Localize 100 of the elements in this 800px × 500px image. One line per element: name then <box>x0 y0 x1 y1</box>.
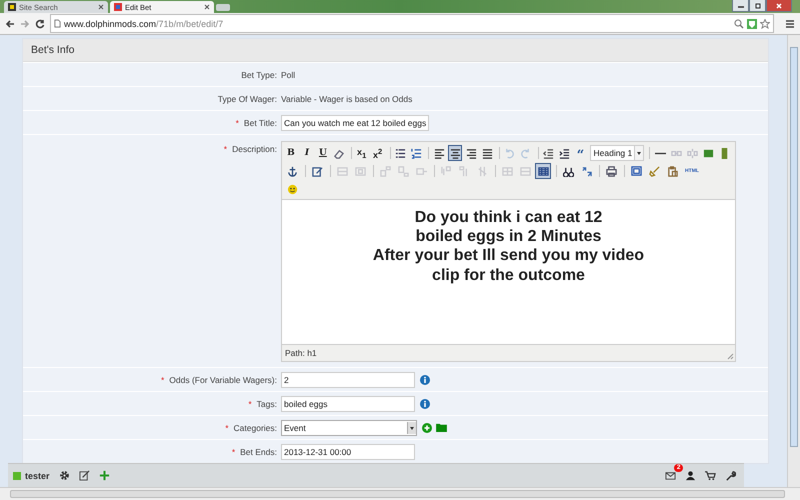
vertical-scrollbar[interactable] <box>787 35 800 487</box>
find-icon <box>562 166 574 176</box>
replace-icon <box>580 166 592 176</box>
page-icon <box>54 19 61 28</box>
input-field[interactable]: 2013-12-31 00:00 <box>281 444 415 460</box>
field-value: Poll <box>281 70 296 80</box>
required-mark: * <box>160 374 164 384</box>
search-icon[interactable] <box>734 18 744 28</box>
underline-button[interactable]: U <box>316 145 330 161</box>
deleterow-icon <box>416 166 426 176</box>
table-button[interactable] <box>535 163 551 179</box>
rowbefore-icon <box>380 166 390 176</box>
required-mark: * <box>236 118 239 128</box>
numbering-icon <box>410 148 422 158</box>
maximize-button[interactable] <box>749 0 766 12</box>
eraser-icon <box>333 148 344 158</box>
star-icon[interactable] <box>760 18 770 28</box>
alignright-icon <box>466 148 477 158</box>
subscript-button[interactable]: x$_{1}$ <box>354 145 369 161</box>
table-icon <box>538 166 548 176</box>
split-icon <box>502 166 512 176</box>
field-value: Variable - Wager is based on Odds <box>281 94 412 104</box>
resize-grip-icon[interactable] <box>726 352 734 360</box>
wrench-icon[interactable] <box>725 470 736 481</box>
bold-button[interactable]: B <box>284 145 298 161</box>
bullets-icon <box>394 148 406 158</box>
field-label: Description: <box>232 144 277 154</box>
input-field[interactable]: boiled eggs <box>281 396 415 412</box>
colbefore-icon <box>440 166 452 176</box>
superscript-button[interactable]: x$^{2}$ <box>370 145 385 161</box>
format-dropdown[interactable]: Heading 1 <box>590 145 644 161</box>
field-label: Bet Ends: <box>240 446 277 456</box>
field-label: Tags: <box>256 398 277 408</box>
close-icon[interactable] <box>204 4 210 10</box>
close-icon[interactable] <box>98 4 104 10</box>
undo-icon <box>504 148 516 158</box>
redo-icon <box>520 148 532 158</box>
settings-icon[interactable] <box>58 470 70 481</box>
cells-icon <box>354 166 366 176</box>
alignleft-icon <box>434 148 445 158</box>
print-icon <box>606 166 616 176</box>
maximize-icon <box>752 2 762 8</box>
rowafter-icon <box>398 166 408 176</box>
required-mark: * <box>225 422 229 432</box>
reload-icon[interactable] <box>35 18 45 28</box>
editor-heading: Do you think i can eat 12 boiled eggs in 2 Minutes After your bet Ill send you my video clip for the outcome <box>372 208 646 285</box>
user-icon[interactable] <box>685 470 696 481</box>
field-label: Bet Type: <box>241 70 277 80</box>
field-label: Bet Title: <box>244 118 277 128</box>
required-mark: * <box>232 446 236 456</box>
mail-icon[interactable] <box>665 470 676 481</box>
paste-icon <box>666 166 678 176</box>
aligncenter-button[interactable] <box>448 145 462 161</box>
input-field[interactable]: Can you watch me eat 12 boiled eggs <box>281 114 430 130</box>
minimize-button[interactable] <box>732 0 749 12</box>
aligncenter-icon <box>450 148 461 158</box>
cleanup-icon <box>648 166 660 176</box>
input-field[interactable]: 2 <box>281 372 415 388</box>
element-path: Path: h1 <box>285 348 317 358</box>
close-icon <box>774 2 784 8</box>
anchor-icon <box>286 166 298 176</box>
info-icon[interactable] <box>420 398 430 408</box>
required-mark: * <box>224 144 228 154</box>
horizontal-scrollbar[interactable] <box>0 487 800 500</box>
edit-icon <box>312 166 322 176</box>
cart-icon[interactable] <box>705 470 716 481</box>
field-label: Categories: <box>234 422 277 432</box>
user-button[interactable]: tester <box>13 470 50 480</box>
menu-icon[interactable] <box>785 18 795 28</box>
merge-icon <box>520 166 530 176</box>
deletecol-icon <box>476 166 488 176</box>
edit-icon[interactable] <box>78 470 90 481</box>
info-icon[interactable] <box>420 374 430 384</box>
shield-icon[interactable] <box>747 18 757 28</box>
add-icon[interactable] <box>98 470 110 481</box>
back-icon[interactable] <box>5 18 15 28</box>
outdent-icon <box>543 148 554 158</box>
colafter-icon <box>458 166 470 176</box>
fullscreen-icon <box>630 166 642 176</box>
panel-title: Bet's Info <box>31 44 74 56</box>
address-bar[interactable]: www.dolphinmods.com/71b/m/bet/edit/7 <box>50 14 774 33</box>
emoticon-icon <box>286 184 298 194</box>
close-button[interactable] <box>766 0 792 12</box>
image-icon <box>702 148 714 158</box>
indent-icon <box>559 148 570 158</box>
favicon-icon <box>114 3 122 11</box>
justify-icon <box>482 148 493 158</box>
field-label: Type Of Wager: <box>218 94 277 104</box>
unlink-icon <box>686 148 698 158</box>
category-dropdown[interactable]: Event <box>281 420 417 436</box>
italic-button[interactable]: I <box>300 145 314 161</box>
folder-icon[interactable] <box>436 423 447 432</box>
required-mark: * <box>248 398 252 408</box>
editor-content-area[interactable]: Do you think i can eat 12 boiled eggs in 2 Minutes After your bet Ill send you my video clip for the outcome <box>282 208 735 344</box>
dropdown-arrow-icon <box>636 149 642 157</box>
status-square-icon <box>13 472 21 480</box>
rows-icon <box>336 166 348 176</box>
quote-button[interactable]: “ <box>574 145 588 161</box>
favicon-icon <box>8 3 16 11</box>
field-label: Odds (For Variable Wagers): <box>169 374 277 384</box>
